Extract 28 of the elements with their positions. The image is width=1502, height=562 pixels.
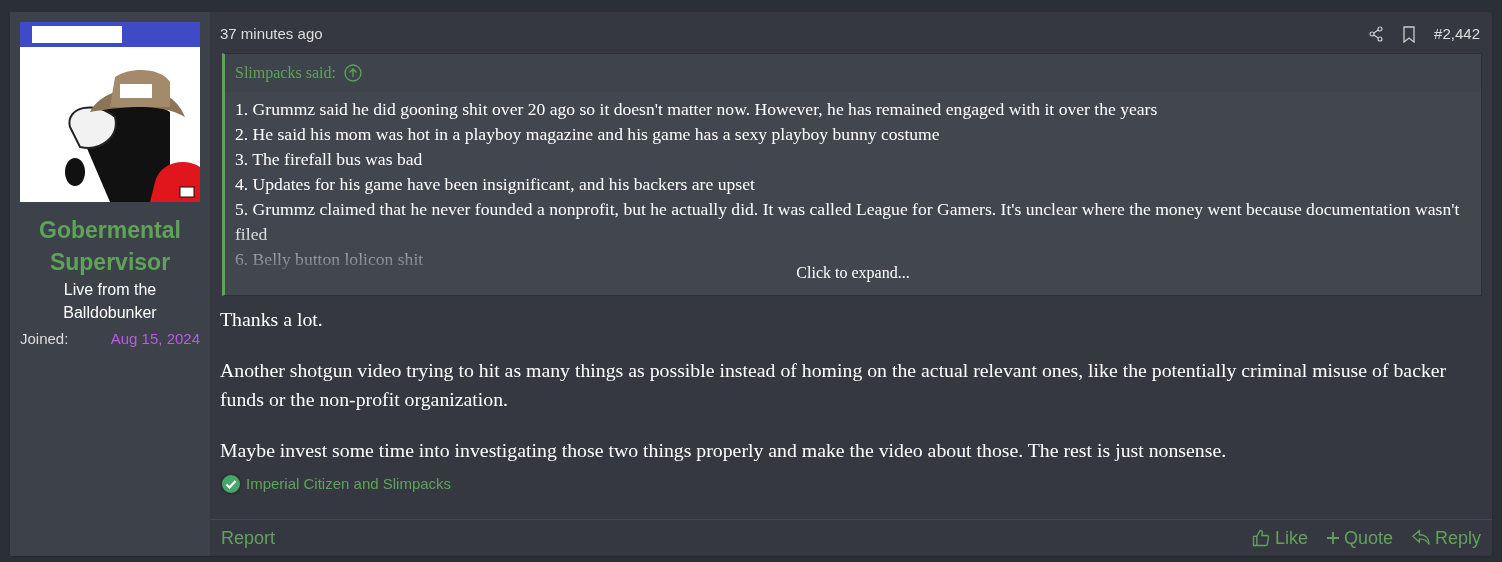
quote-line: 2. He said his mom was hot in a playboy magazine and his game has a sexy playboy bunny costume	[235, 123, 941, 146]
author-title: Live from the Balldobunker	[62, 280, 158, 323]
reply-link[interactable]: Reply	[1410, 524, 1481, 552]
arrow-up-circle-icon	[343, 64, 362, 82]
quote-line: 3. The firefall bus was bad	[235, 148, 424, 171]
checkmark-icon	[220, 473, 242, 496]
author-name[interactable]: Gobermental Supervisor	[20, 214, 200, 278]
quote-link[interactable]: Quote	[1325, 524, 1393, 552]
quote-line: 5. Grummz claimed that he never founded a nonprofit, but he actually did. It was called League for Gamers. It's unclear where the money went because documentation wasn't filed	[235, 198, 1461, 246]
post-time[interactable]: 37 minutes ago	[220, 22, 323, 46]
plus-icon	[1325, 531, 1340, 545]
quote-line: 1. Grummz said he did gooning shit over 20 ago so it doesn't matter now. However, he has remained engaged with it over the years	[235, 98, 1159, 121]
joined-date: Aug 15, 2024	[110, 329, 200, 349]
reactions-link[interactable]: Imperial Citizen and Slimpacks	[246, 473, 452, 496]
bookmark-icon[interactable]	[1402, 25, 1417, 43]
report-link[interactable]: Report	[221, 524, 276, 552]
share-icon[interactable]	[1368, 26, 1385, 42]
like-link[interactable]: Like	[1250, 524, 1308, 552]
reply-icon	[1410, 529, 1431, 547]
joined-label: Joined:	[20, 329, 69, 349]
expand-link[interactable]: Click to expand...	[796, 261, 910, 285]
quote-author[interactable]: Slimpacks said:	[235, 61, 362, 85]
quote-line: 4. Updates for his game have been insignificant, and his backers are upset	[235, 173, 756, 196]
post-paragraph: Thanks a lot.	[220, 307, 324, 332]
thumbs-up-icon	[1250, 528, 1271, 548]
post-number[interactable]: #2,442	[1434, 22, 1480, 46]
post-paragraph: Maybe invest some time into investigating those two things properly and make the video about those. The rest is just nonsense.	[220, 438, 1228, 463]
post-paragraph: Another shotgun video trying to hit as many things as possible instead of homing on the actual relevant ones, like the potentially criminal misuse of backer funds or the non-profit organization.	[220, 358, 1448, 412]
